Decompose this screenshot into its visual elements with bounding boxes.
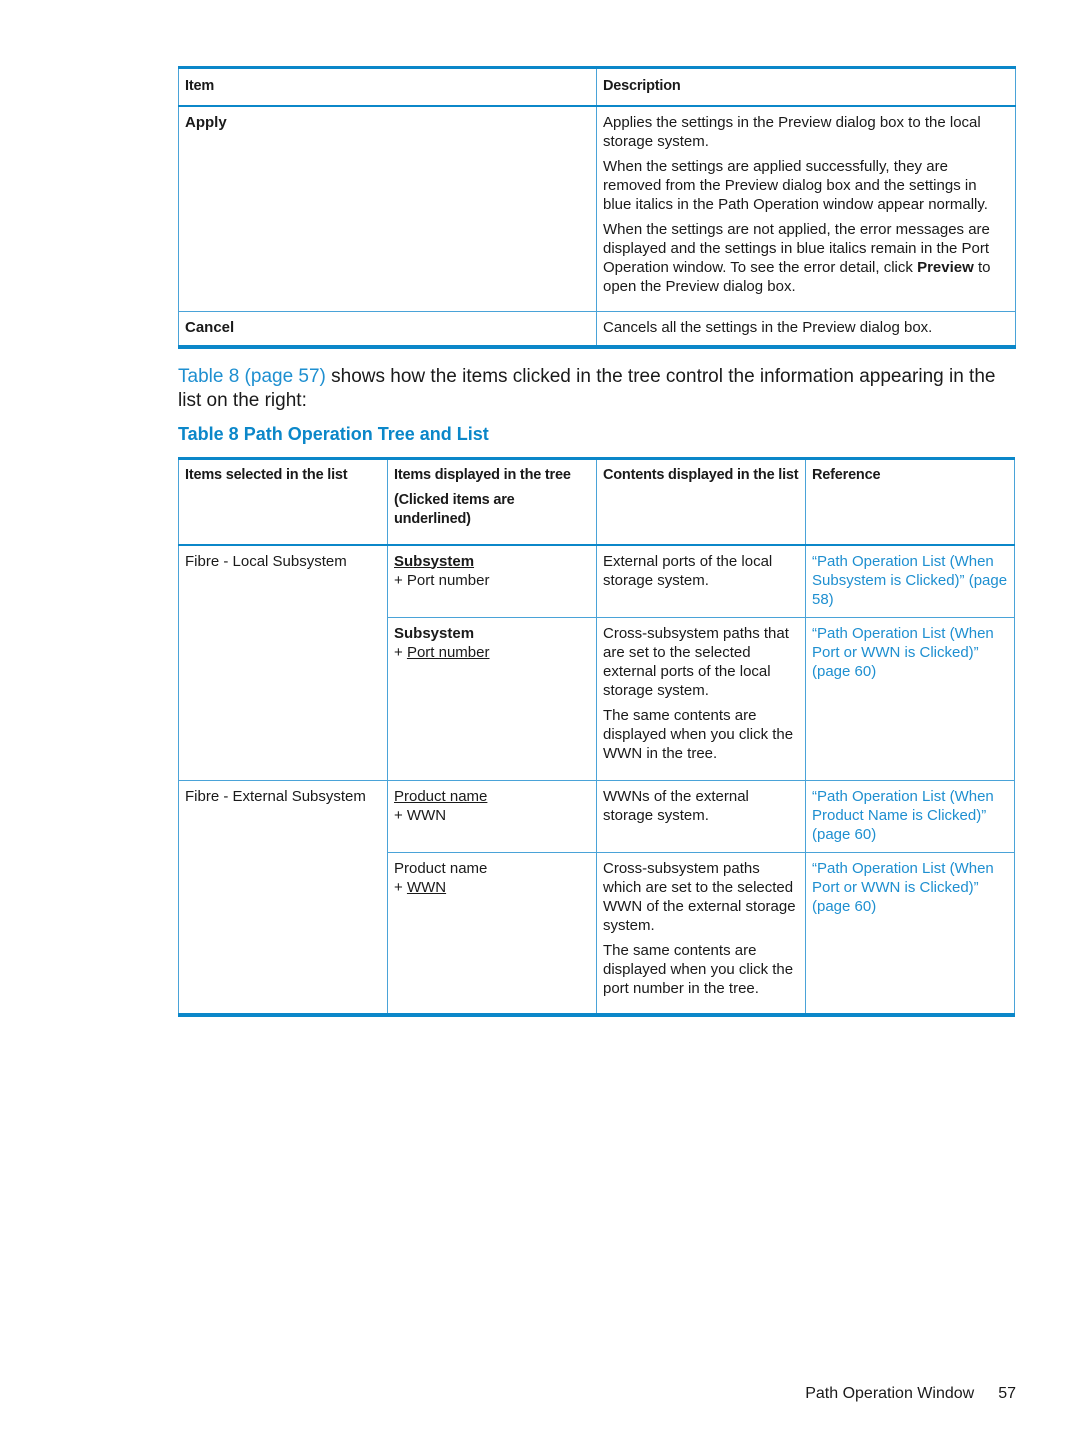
contents: WWNs of the external storage system. (596, 780, 806, 852)
item-apply: Apply (178, 106, 597, 311)
item-cancel: Cancel (178, 311, 597, 347)
tree-item-port: + Port number (394, 643, 590, 662)
tree-item-subsystem: Subsystem (394, 624, 475, 642)
tree-item-product-name: Product name (394, 859, 488, 877)
tree-item-product-name: Product name (394, 787, 488, 805)
header-description: Description (596, 67, 1016, 106)
reference-link[interactable]: “Path Operation List (When Port or WWN i… (805, 617, 1015, 780)
tree-items: Product name + WWN (387, 780, 597, 852)
preview-emphasis: Preview (917, 259, 974, 276)
tree-items: Subsystem + Port number (387, 544, 597, 617)
prefix: + (394, 643, 407, 661)
header-item: Item (178, 67, 597, 106)
table-header-row: Item Description (178, 67, 1016, 106)
contents-paragraph: Cross-subsystem paths that are set to th… (603, 624, 789, 699)
apply-description: Applies the settings in the Preview dial… (596, 106, 1016, 311)
intro-paragraph: Table 8 (page 57) shows how the items cl… (178, 365, 1018, 413)
reference-link[interactable]: “Path Operation List (When Product Name … (805, 780, 1015, 852)
port-number-underlined: Port number (406, 643, 490, 661)
table-8-link[interactable]: Table 8 (page 57) (178, 366, 326, 387)
page-footer: Path Operation Window 57 (805, 1385, 1016, 1403)
description-paragraph: When the settings are applied successful… (603, 158, 988, 213)
table-row: Cancel Cancels all the settings in the P… (178, 311, 1016, 347)
table-row: Fibre - External Subsystem Product name … (178, 780, 1015, 852)
header-line: (Clicked items are underlined) (394, 492, 515, 527)
header-items-displayed: Items displayed in the tree (Clicked ite… (387, 458, 597, 545)
tree-item-wwn: + WWN (394, 878, 590, 897)
page-number: 57 (998, 1385, 1016, 1402)
tree-items: Subsystem + Port number (387, 617, 597, 780)
cancel-description: Cancels all the settings in the Preview … (596, 311, 1016, 347)
header-line: Items displayed in the tree (394, 467, 571, 483)
item-description-table: Item Description Apply Applies the setti… (178, 66, 1016, 349)
header-items-selected: Items selected in the list (178, 458, 388, 545)
contents: Cross-subsystem paths that are set to th… (596, 617, 806, 780)
selected-item: Fibre - Local Subsystem (178, 544, 388, 617)
table-row: Apply Applies the settings in the Previe… (178, 106, 1016, 311)
selected-item (178, 851, 388, 1015)
description-paragraph: When the settings are not applied, the e… (603, 220, 1009, 296)
wwn-underlined: WWN (406, 878, 447, 896)
header-contents: Contents displayed in the list (596, 458, 806, 545)
table-header-row: Items selected in the list Items display… (178, 458, 1015, 545)
contents: Cross-subsystem paths which are set to t… (596, 852, 806, 1015)
contents-paragraph: The same contents are displayed when you… (603, 941, 794, 997)
contents: External ports of the local storage syst… (596, 544, 806, 617)
tree-item-subsystem: Subsystem (394, 552, 475, 570)
contents-paragraph: Cross-subsystem paths which are set to t… (603, 859, 796, 934)
path-operation-tree-list-table: Items selected in the list Items display… (178, 457, 1015, 1017)
selected-item (178, 616, 388, 780)
reference-link[interactable]: “Path Operation List (When Port or WWN i… (805, 852, 1015, 1015)
prefix: + (394, 878, 407, 896)
tree-items: Product name + WWN (387, 852, 597, 1015)
header-reference: Reference (805, 458, 1015, 545)
table-caption: Table 8 Path Operation Tree and List (178, 424, 489, 444)
description-paragraph: Applies the settings in the Preview dial… (603, 114, 981, 150)
tree-item-port: + Port number (394, 571, 490, 589)
table-row: Subsystem + Port number Cross-subsystem … (178, 616, 1015, 780)
reference-link[interactable]: “Path Operation List (When Subsystem is … (805, 544, 1015, 617)
tree-item-wwn: + WWN (394, 806, 447, 824)
table-row: Fibre - Local Subsystem Subsystem + Port… (178, 544, 1015, 617)
footer-section: Path Operation Window (805, 1385, 975, 1402)
table-row: Product name + WWN Cross-subsystem paths… (178, 851, 1015, 1015)
contents-paragraph: The same contents are displayed when you… (603, 706, 794, 762)
selected-item: Fibre - External Subsystem (178, 780, 388, 852)
